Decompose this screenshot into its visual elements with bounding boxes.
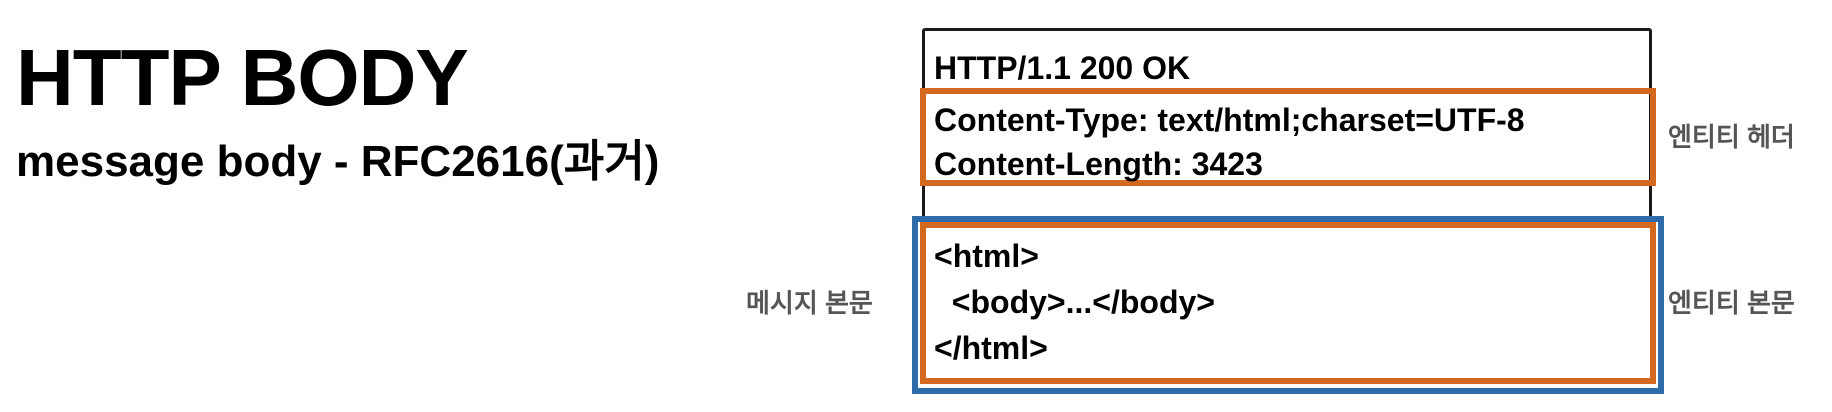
page-title: HTTP BODY [16, 33, 469, 122]
entity-header-label: 엔티티 헤더 [1668, 122, 1795, 152]
header-line-content-type: Content-Type: text/html;charset=UTF-8 [934, 102, 1525, 138]
body-line-html-open: <html> [934, 238, 1039, 274]
entity-body-label: 엔티티 본문 [1668, 288, 1795, 318]
body-line-body: <body>...</body> [934, 284, 1215, 320]
page-subtitle: message body - RFC2616(과거) [16, 137, 660, 186]
body-line-html-close: </html> [934, 330, 1048, 366]
status-line: HTTP/1.1 200 OK [934, 50, 1191, 86]
header-line-content-length: Content-Length: 3423 [934, 146, 1263, 182]
message-body-label: 메시지 본문 [746, 288, 873, 318]
